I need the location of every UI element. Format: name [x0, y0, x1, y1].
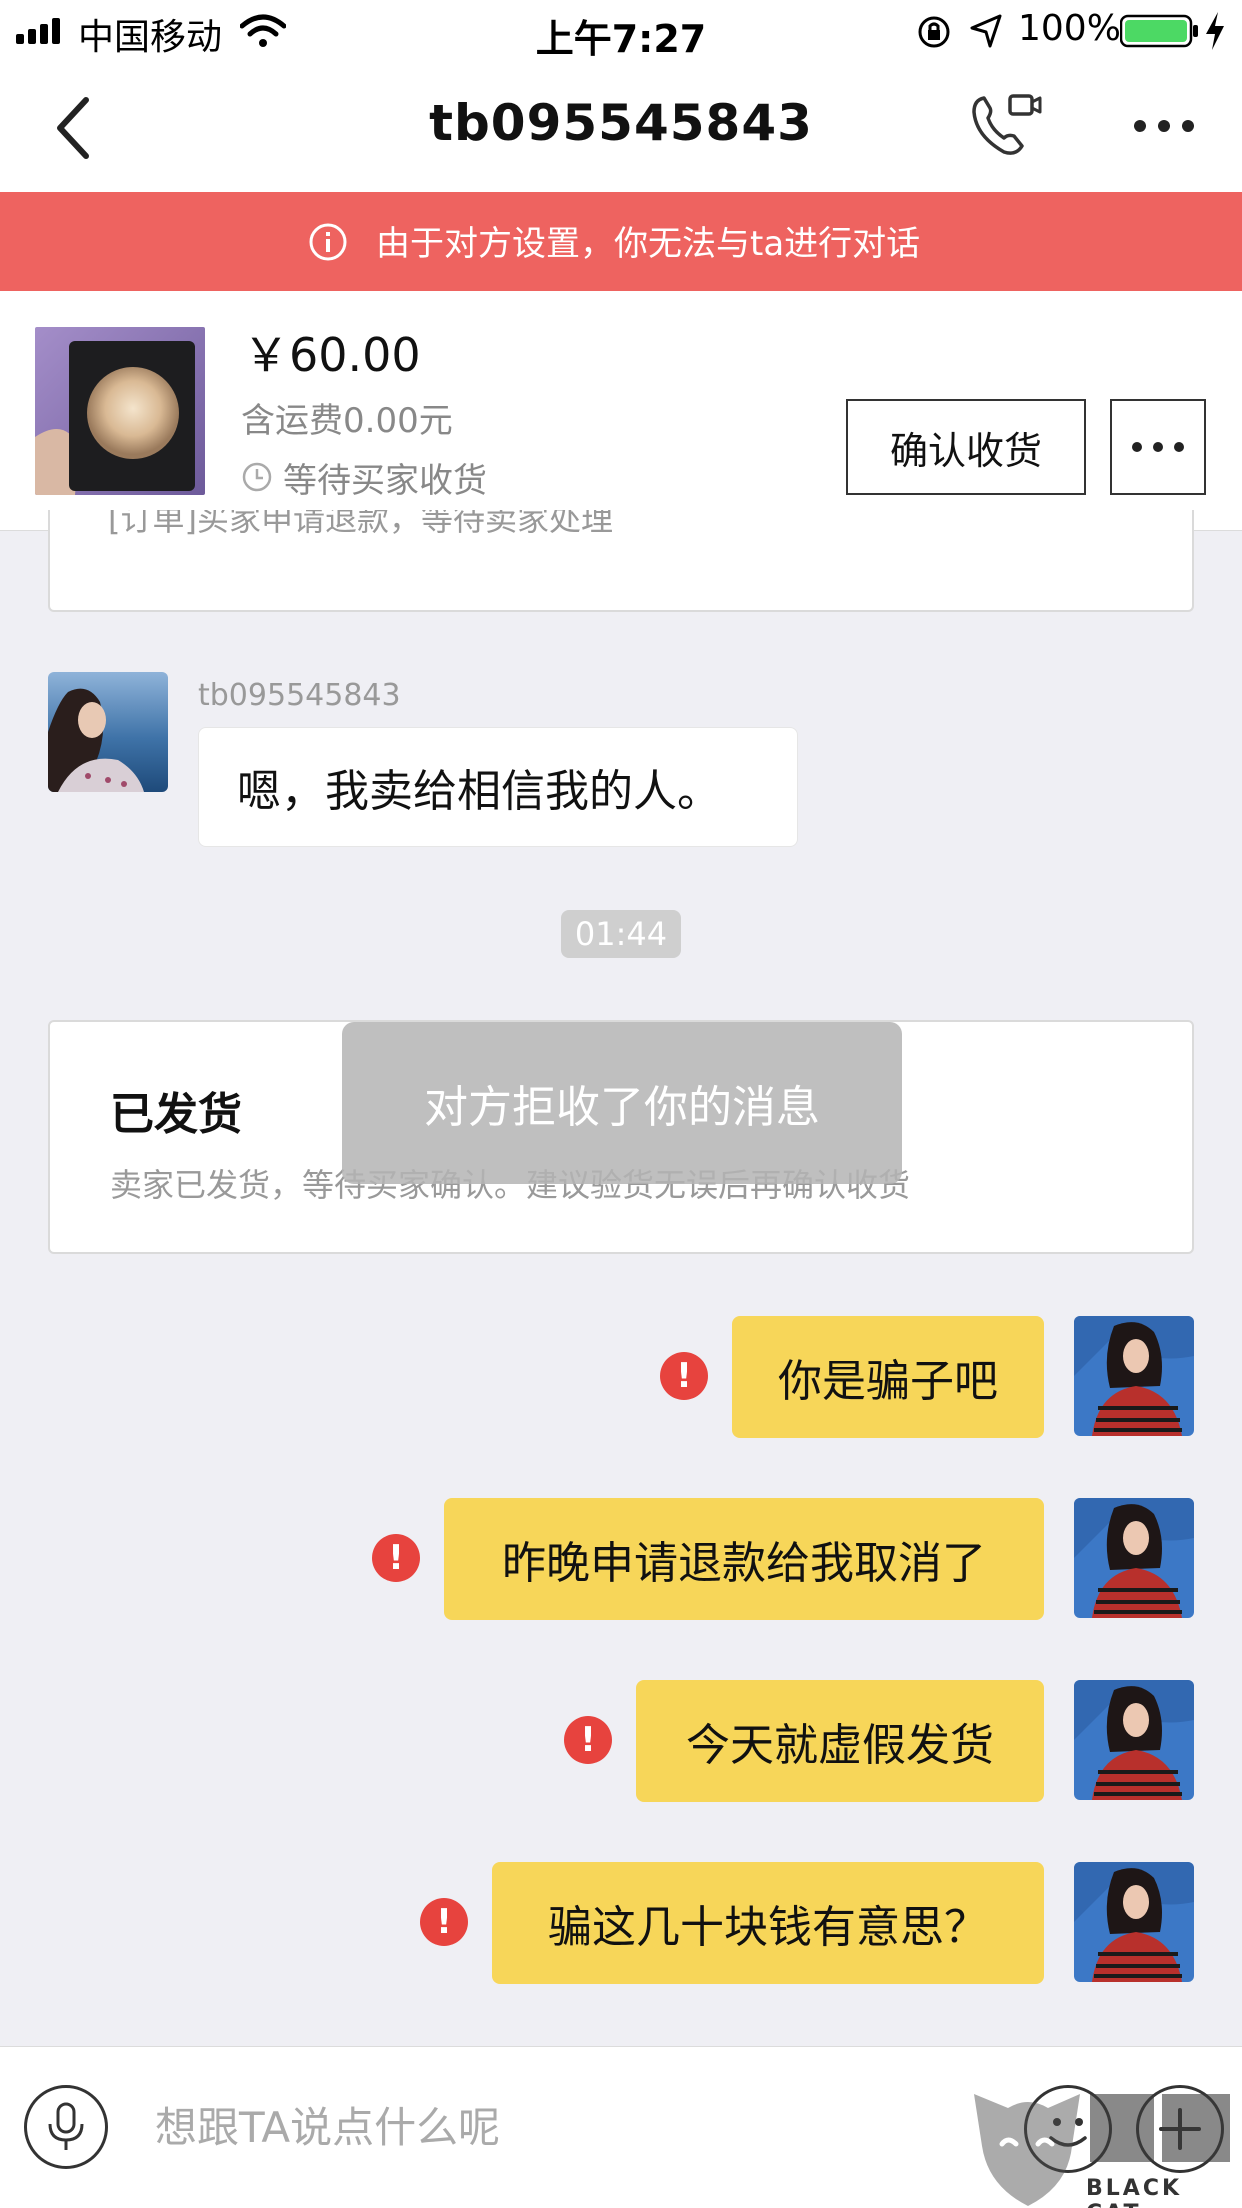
- rejected-toast: 对方拒收了你的消息: [342, 1022, 902, 1184]
- watermark-text: BLACK CAT: [1086, 2176, 1183, 2208]
- time-separator: 01:44: [561, 910, 681, 958]
- shipped-title: 已发货: [110, 1089, 242, 1140]
- send-failed-icon[interactable]: !: [660, 1352, 708, 1400]
- battery-percent: 100%: [1018, 8, 1121, 49]
- send-failed-icon[interactable]: !: [564, 1716, 612, 1764]
- voice-input-button[interactable]: [24, 2085, 108, 2169]
- microphone-icon: [48, 2102, 84, 2150]
- info-icon: [309, 223, 347, 261]
- message-input[interactable]: [155, 2087, 915, 2167]
- warning-banner: 由于对方设置，你无法与ta进行对话: [0, 192, 1242, 291]
- product-image[interactable]: [35, 327, 205, 495]
- order-event-card[interactable]: [订单]买家申请退款，等待卖家处理: [48, 510, 1194, 612]
- outgoing-message[interactable]: 骗这几十块钱有意思？: [492, 1862, 1044, 1984]
- send-failed-icon[interactable]: !: [420, 1898, 468, 1946]
- outgoing-message[interactable]: 昨晚申请退款给我取消了: [444, 1498, 1044, 1620]
- order-price: ￥60.00: [243, 328, 421, 382]
- sender-name: tb095545843: [198, 678, 401, 713]
- more-options-icon: [1132, 442, 1184, 452]
- page-title: tb095545843: [429, 94, 813, 152]
- more-options-icon[interactable]: [1132, 116, 1196, 136]
- rotation-lock-icon: [918, 16, 950, 48]
- outgoing-message[interactable]: 你是骗子吧: [732, 1316, 1044, 1438]
- user-avatar[interactable]: [1074, 1680, 1194, 1800]
- battery-icon: [1120, 14, 1198, 48]
- outgoing-message[interactable]: 今天就虚假发货: [636, 1680, 1044, 1802]
- user-avatar[interactable]: [1074, 1316, 1194, 1436]
- location-arrow-icon: [970, 14, 1002, 48]
- user-avatar[interactable]: [1074, 1862, 1194, 1982]
- nav-bar: tb095545843: [0, 62, 1242, 192]
- order-event-text: [订单]买家申请退款，等待卖家处理: [108, 510, 613, 538]
- incoming-message[interactable]: 嗯，我卖给相信我的人。: [198, 727, 798, 847]
- status-bar: 中国移动 上午7:27 100%: [0, 0, 1242, 62]
- confirm-receipt-button[interactable]: 确认收货: [846, 399, 1086, 495]
- clock-icon: [242, 462, 272, 492]
- order-card[interactable]: ￥60.00 含运费0.00元 等待买家收货 确认收货: [0, 291, 1242, 531]
- send-failed-icon[interactable]: !: [372, 1534, 420, 1582]
- user-avatar[interactable]: [1074, 1498, 1194, 1618]
- warning-text: 由于对方设置，你无法与ta进行对话: [376, 224, 921, 264]
- order-more-button[interactable]: [1110, 399, 1206, 495]
- video-call-icon[interactable]: [970, 90, 1042, 158]
- contact-avatar[interactable]: [48, 672, 168, 792]
- charging-bolt-icon: [1206, 12, 1224, 50]
- order-status: 等待买家收货: [283, 461, 487, 501]
- shipping-fee: 含运费0.00元: [241, 401, 453, 441]
